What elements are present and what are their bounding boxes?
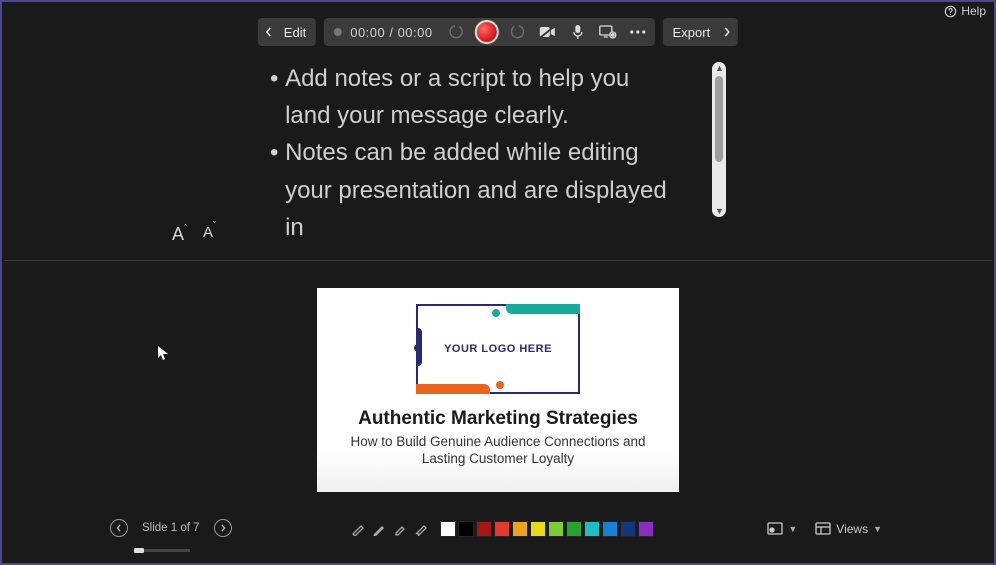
font-size-controls: Aˆ Aˇ: [172, 224, 216, 245]
slide-title: Authentic Marketing Strategies: [358, 408, 638, 430]
next-slide-button[interactable]: [214, 519, 232, 537]
cameo-dropdown[interactable]: ▼: [767, 521, 797, 537]
color-swatch[interactable]: [620, 521, 636, 537]
color-swatch[interactable]: [602, 521, 618, 537]
glyph: A: [203, 224, 213, 241]
chevron-down-icon: ▼: [788, 524, 797, 534]
recorder-controls: 00:00 / 00:00: [324, 18, 654, 46]
color-swatch[interactable]: [440, 521, 456, 537]
scrollbar-thumb[interactable]: [715, 76, 723, 162]
pen-tool[interactable]: [371, 521, 387, 537]
glyph: A: [172, 224, 184, 244]
mic-button[interactable]: [567, 24, 589, 40]
color-swatch[interactable]: [512, 521, 528, 537]
view-controls: ▼ Views ▼: [767, 521, 882, 537]
scroll-down-icon: ▼: [715, 206, 724, 216]
slide-preview[interactable]: YOUR LOGO HERE Authentic Marketing Strat…: [317, 288, 679, 492]
speaker-notes-pane: Aˆ Aˇ • Add notes or a script to help yo…: [2, 60, 994, 257]
slide-counter: Slide 1 of 7: [142, 522, 200, 534]
color-swatch[interactable]: [638, 521, 654, 537]
color-swatch[interactable]: [548, 521, 564, 537]
back-button[interactable]: [258, 18, 280, 46]
eraser-tool[interactable]: [413, 521, 429, 537]
logo-text: YOUR LOGO HERE: [444, 343, 552, 355]
color-swatch[interactable]: [458, 521, 474, 537]
record-button[interactable]: [475, 20, 499, 44]
decrease-font-button[interactable]: Aˇ: [203, 224, 216, 245]
views-dropdown[interactable]: Views ▼: [815, 521, 882, 537]
slide-subtitle: How to Build Genuine Audience Connection…: [338, 434, 658, 468]
color-swatch[interactable]: [476, 521, 492, 537]
notes-scrollbar[interactable]: ▲ ▼: [712, 62, 726, 217]
sup: ˇ: [213, 220, 216, 230]
chevron-down-icon: ▼: [873, 524, 882, 534]
laser-pointer-tool[interactable]: [350, 521, 366, 537]
screen-settings-button[interactable]: [597, 25, 619, 39]
drawing-tools: [350, 521, 654, 537]
edit-group: Edit: [258, 18, 316, 46]
views-label: Views: [836, 522, 868, 536]
color-swatch[interactable]: [566, 521, 582, 537]
slide-scrub-thumb[interactable]: [134, 548, 144, 553]
export-button[interactable]: Export: [663, 18, 717, 46]
speaker-notes-text: • Add notes or a script to help you land…: [270, 60, 680, 257]
recording-indicator-off-icon: [334, 28, 342, 36]
recording-time: 00:00 / 00:00: [350, 25, 432, 40]
help-label: Help: [961, 4, 986, 18]
pane-divider[interactable]: [4, 260, 992, 261]
slide-nav: Slide 1 of 7: [110, 519, 232, 537]
camera-off-button[interactable]: [537, 25, 559, 39]
logo-placeholder: YOUR LOGO HERE: [416, 304, 580, 394]
bottom-bar: Slide 1 of 7 ▼ Views ▼: [2, 505, 994, 563]
recorder-toolbar: Edit 00:00 / 00:00: [258, 18, 738, 46]
color-swatch[interactable]: [584, 521, 600, 537]
export-group: Export: [663, 18, 739, 46]
color-swatch[interactable]: [530, 521, 546, 537]
sup: ˆ: [184, 223, 187, 233]
more-button[interactable]: [627, 30, 649, 34]
help-icon: [944, 5, 957, 18]
increase-font-button[interactable]: Aˆ: [172, 224, 187, 245]
export-forward-button[interactable]: [716, 18, 738, 46]
scroll-up-icon: ▲: [715, 63, 724, 73]
color-swatches: [440, 521, 654, 537]
color-swatch[interactable]: [494, 521, 510, 537]
edit-button[interactable]: Edit: [280, 18, 316, 46]
prev-slide-button[interactable]: [110, 519, 128, 537]
rewind-button[interactable]: [445, 24, 467, 40]
highlighter-tool[interactable]: [392, 521, 408, 537]
slide-preview-area: YOUR LOGO HERE Authentic Marketing Strat…: [2, 262, 994, 505]
note-bullet: Notes can be added while editing your pr…: [285, 134, 680, 246]
forward-button[interactable]: [507, 24, 529, 40]
note-bullet: Add notes or a script to help you land y…: [285, 60, 680, 134]
help-button[interactable]: Help: [944, 4, 986, 18]
